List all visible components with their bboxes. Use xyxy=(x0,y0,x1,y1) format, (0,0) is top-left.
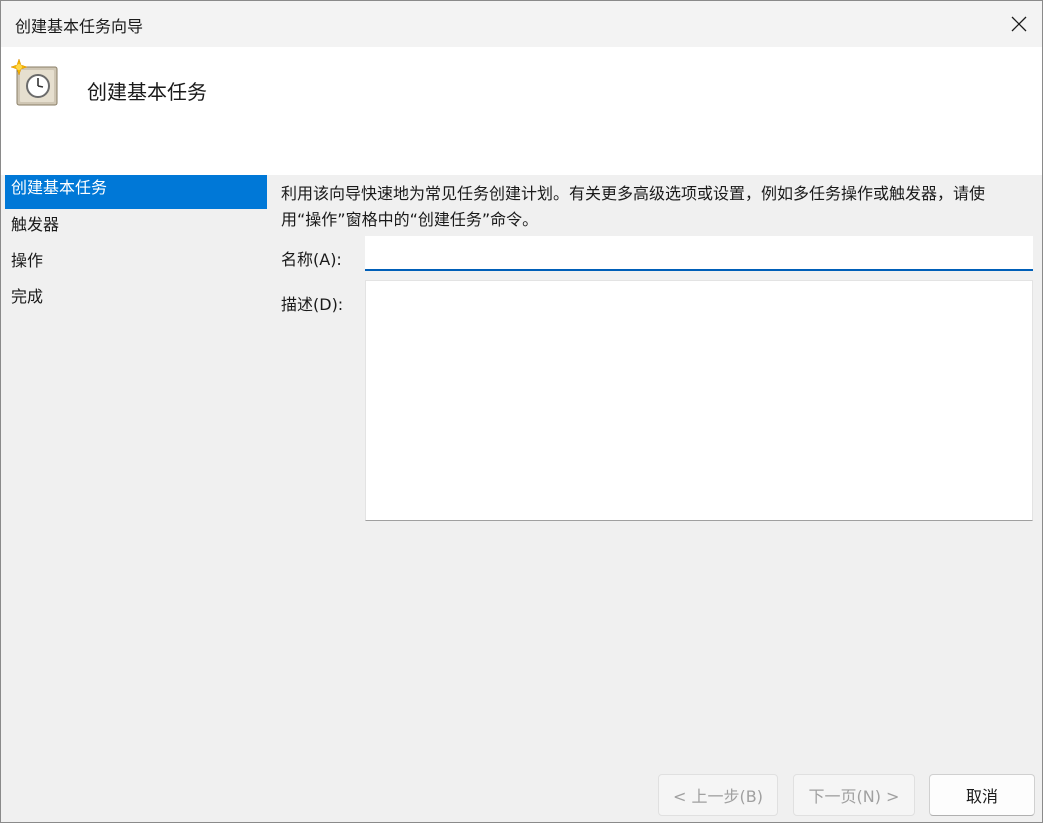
sidebar-item-action[interactable]: 操作 xyxy=(5,248,267,282)
page-title: 创建基本任务 xyxy=(87,80,207,104)
cancel-button-label: 取消 xyxy=(965,787,998,806)
wizard-description: 利用该向导快速地为常见任务创建计划。有关更多高级选项或设置，例如多任务操作或触发… xyxy=(281,184,986,229)
back-button-label: < 上一步(B) xyxy=(673,787,763,806)
next-button-label: 下一页(N) > xyxy=(808,787,900,806)
sidebar-item-finish[interactable]: 完成 xyxy=(5,284,267,318)
description-label: 描述(D): xyxy=(281,295,344,314)
wizard-content: 利用该向导快速地为常见任务创建计划。有关更多高级选项或设置，例如多任务操作或触发… xyxy=(269,175,1042,775)
cancel-button[interactable]: 取消 xyxy=(929,774,1035,816)
close-icon xyxy=(1011,16,1027,32)
description-textarea[interactable] xyxy=(365,280,1033,521)
sidebar-item-trigger[interactable]: 触发器 xyxy=(5,212,267,246)
name-label: 名称(A): xyxy=(281,250,342,269)
next-button[interactable]: 下一页(N) > xyxy=(793,774,915,816)
wizard-steps-sidebar: 创建基本任务 触发器 操作 完成 xyxy=(1,175,269,775)
sidebar-item-label: 触发器 xyxy=(11,215,60,234)
sidebar-item-label: 创建基本任务 xyxy=(11,178,108,197)
sidebar-item-label: 完成 xyxy=(11,287,44,306)
window-title: 创建基本任务向导 xyxy=(15,17,144,36)
sidebar-item-label: 操作 xyxy=(11,251,44,270)
task-scheduler-clock-icon xyxy=(11,59,58,106)
name-input[interactable] xyxy=(365,236,1033,271)
sidebar-item-create-basic-task[interactable]: 创建基本任务 xyxy=(5,175,267,209)
back-button[interactable]: < 上一步(B) xyxy=(658,774,778,816)
wizard-header: 创建基本任务 xyxy=(1,47,1042,175)
close-button[interactable] xyxy=(996,1,1042,47)
wizard-window: 创建基本任务向导 创建基本任务 创建基本任务 触发器 操作 完成 利用该向导快速… xyxy=(0,0,1043,823)
title-bar[interactable]: 创建基本任务向导 xyxy=(1,1,1042,47)
